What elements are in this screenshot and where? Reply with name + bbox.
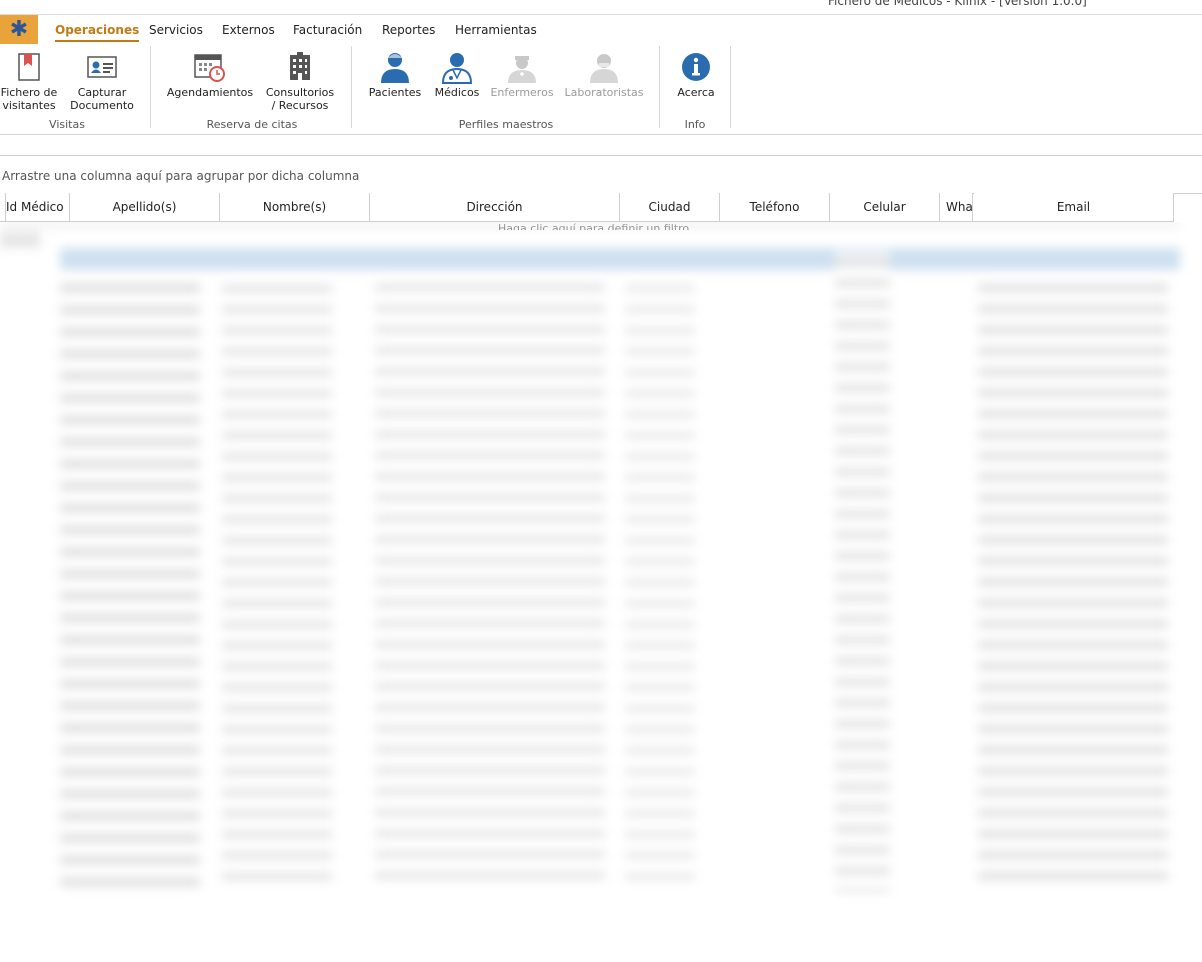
agendamientos-button[interactable]: Agendamientos: [166, 48, 254, 99]
group-separator: [659, 46, 660, 128]
group-separator: [351, 46, 352, 128]
column-header-direccion[interactable]: Dirección: [370, 193, 620, 221]
blurred-rows: [0, 222, 1202, 912]
tab-externos[interactable]: Externos: [222, 23, 275, 37]
group-label-perfiles-maestros: Perfiles maestros: [458, 118, 554, 131]
ribbon: Fichero de visitantes Capturar Documento…: [0, 44, 1202, 135]
tab-facturacion[interactable]: Facturación: [293, 23, 362, 37]
tab-operaciones[interactable]: Operaciones: [55, 23, 140, 42]
group-separator: [150, 46, 151, 128]
id-card-icon: [87, 56, 117, 78]
pacientes-button[interactable]: Pacientes: [366, 48, 424, 99]
group-label-reserva-citas: Reserva de citas: [206, 118, 298, 131]
column-header-apellidos[interactable]: Apellido(s): [70, 193, 220, 221]
tab-herramientas[interactable]: Herramientas: [455, 23, 537, 37]
info-icon: [682, 53, 710, 81]
column-header-whatsapp[interactable]: WhatsApp: [940, 193, 973, 221]
group-separator: [730, 46, 731, 128]
nurse-icon: [508, 56, 536, 83]
enfermeros-button[interactable]: Enfermeros: [490, 48, 554, 99]
tab-reportes[interactable]: Reportes: [382, 23, 435, 37]
asterisk-icon: ✱: [9, 17, 29, 42]
group-hint-text: Arrastre una columna aquí para agrupar p…: [2, 169, 360, 183]
group-by-panel[interactable]: Arrastre una columna aquí para agrupar p…: [0, 157, 1202, 194]
consultorios-button[interactable]: Consultorios / Recursos: [264, 48, 336, 112]
bookmark-icon: [18, 53, 40, 81]
ribbon-collapse-strip: [0, 135, 1202, 156]
grid-header: Id Médico Apellido(s) Nombre(s) Direcció…: [0, 193, 1174, 222]
app-menu-button[interactable]: ✱: [0, 15, 38, 44]
patient-icon: [381, 53, 409, 83]
building-icon: [290, 52, 310, 80]
tab-servicios[interactable]: Servicios: [149, 23, 203, 37]
ribbon-tabs: ✱ Operaciones Servicios Externos Factura…: [0, 14, 1202, 45]
group-label-info: Info: [684, 118, 706, 131]
laboratoristas-button[interactable]: Laboratoristas: [562, 48, 646, 99]
capturar-documento-button[interactable]: Capturar Documento: [70, 48, 134, 112]
column-header-email[interactable]: Email: [974, 193, 1174, 221]
column-header-celular[interactable]: Celular: [830, 193, 940, 221]
acerca-button[interactable]: Acerca: [672, 48, 720, 99]
column-header-nombres[interactable]: Nombre(s): [220, 193, 370, 221]
doctor-icon: [441, 53, 473, 84]
lab-technician-icon: [590, 54, 618, 83]
grid-body[interactable]: [0, 222, 1202, 912]
column-header-id-medico[interactable]: Id Médico: [6, 193, 70, 221]
group-label-visitas: Visitas: [49, 118, 85, 131]
calendar-clock-icon: [194, 54, 225, 82]
title-bar: Fichero de Médicos - Klinix - [Versión 1…: [0, 0, 1202, 14]
column-header-telefono[interactable]: Teléfono: [720, 193, 830, 221]
medicos-button[interactable]: Médicos: [430, 48, 484, 99]
column-header-ciudad[interactable]: Ciudad: [620, 193, 720, 221]
quick-access-icon[interactable]: [14, 0, 32, 6]
window-title: Fichero de Médicos - Klinix - [Versión 1…: [828, 0, 1087, 8]
fichero-visitantes-button[interactable]: Fichero de visitantes: [0, 48, 58, 112]
